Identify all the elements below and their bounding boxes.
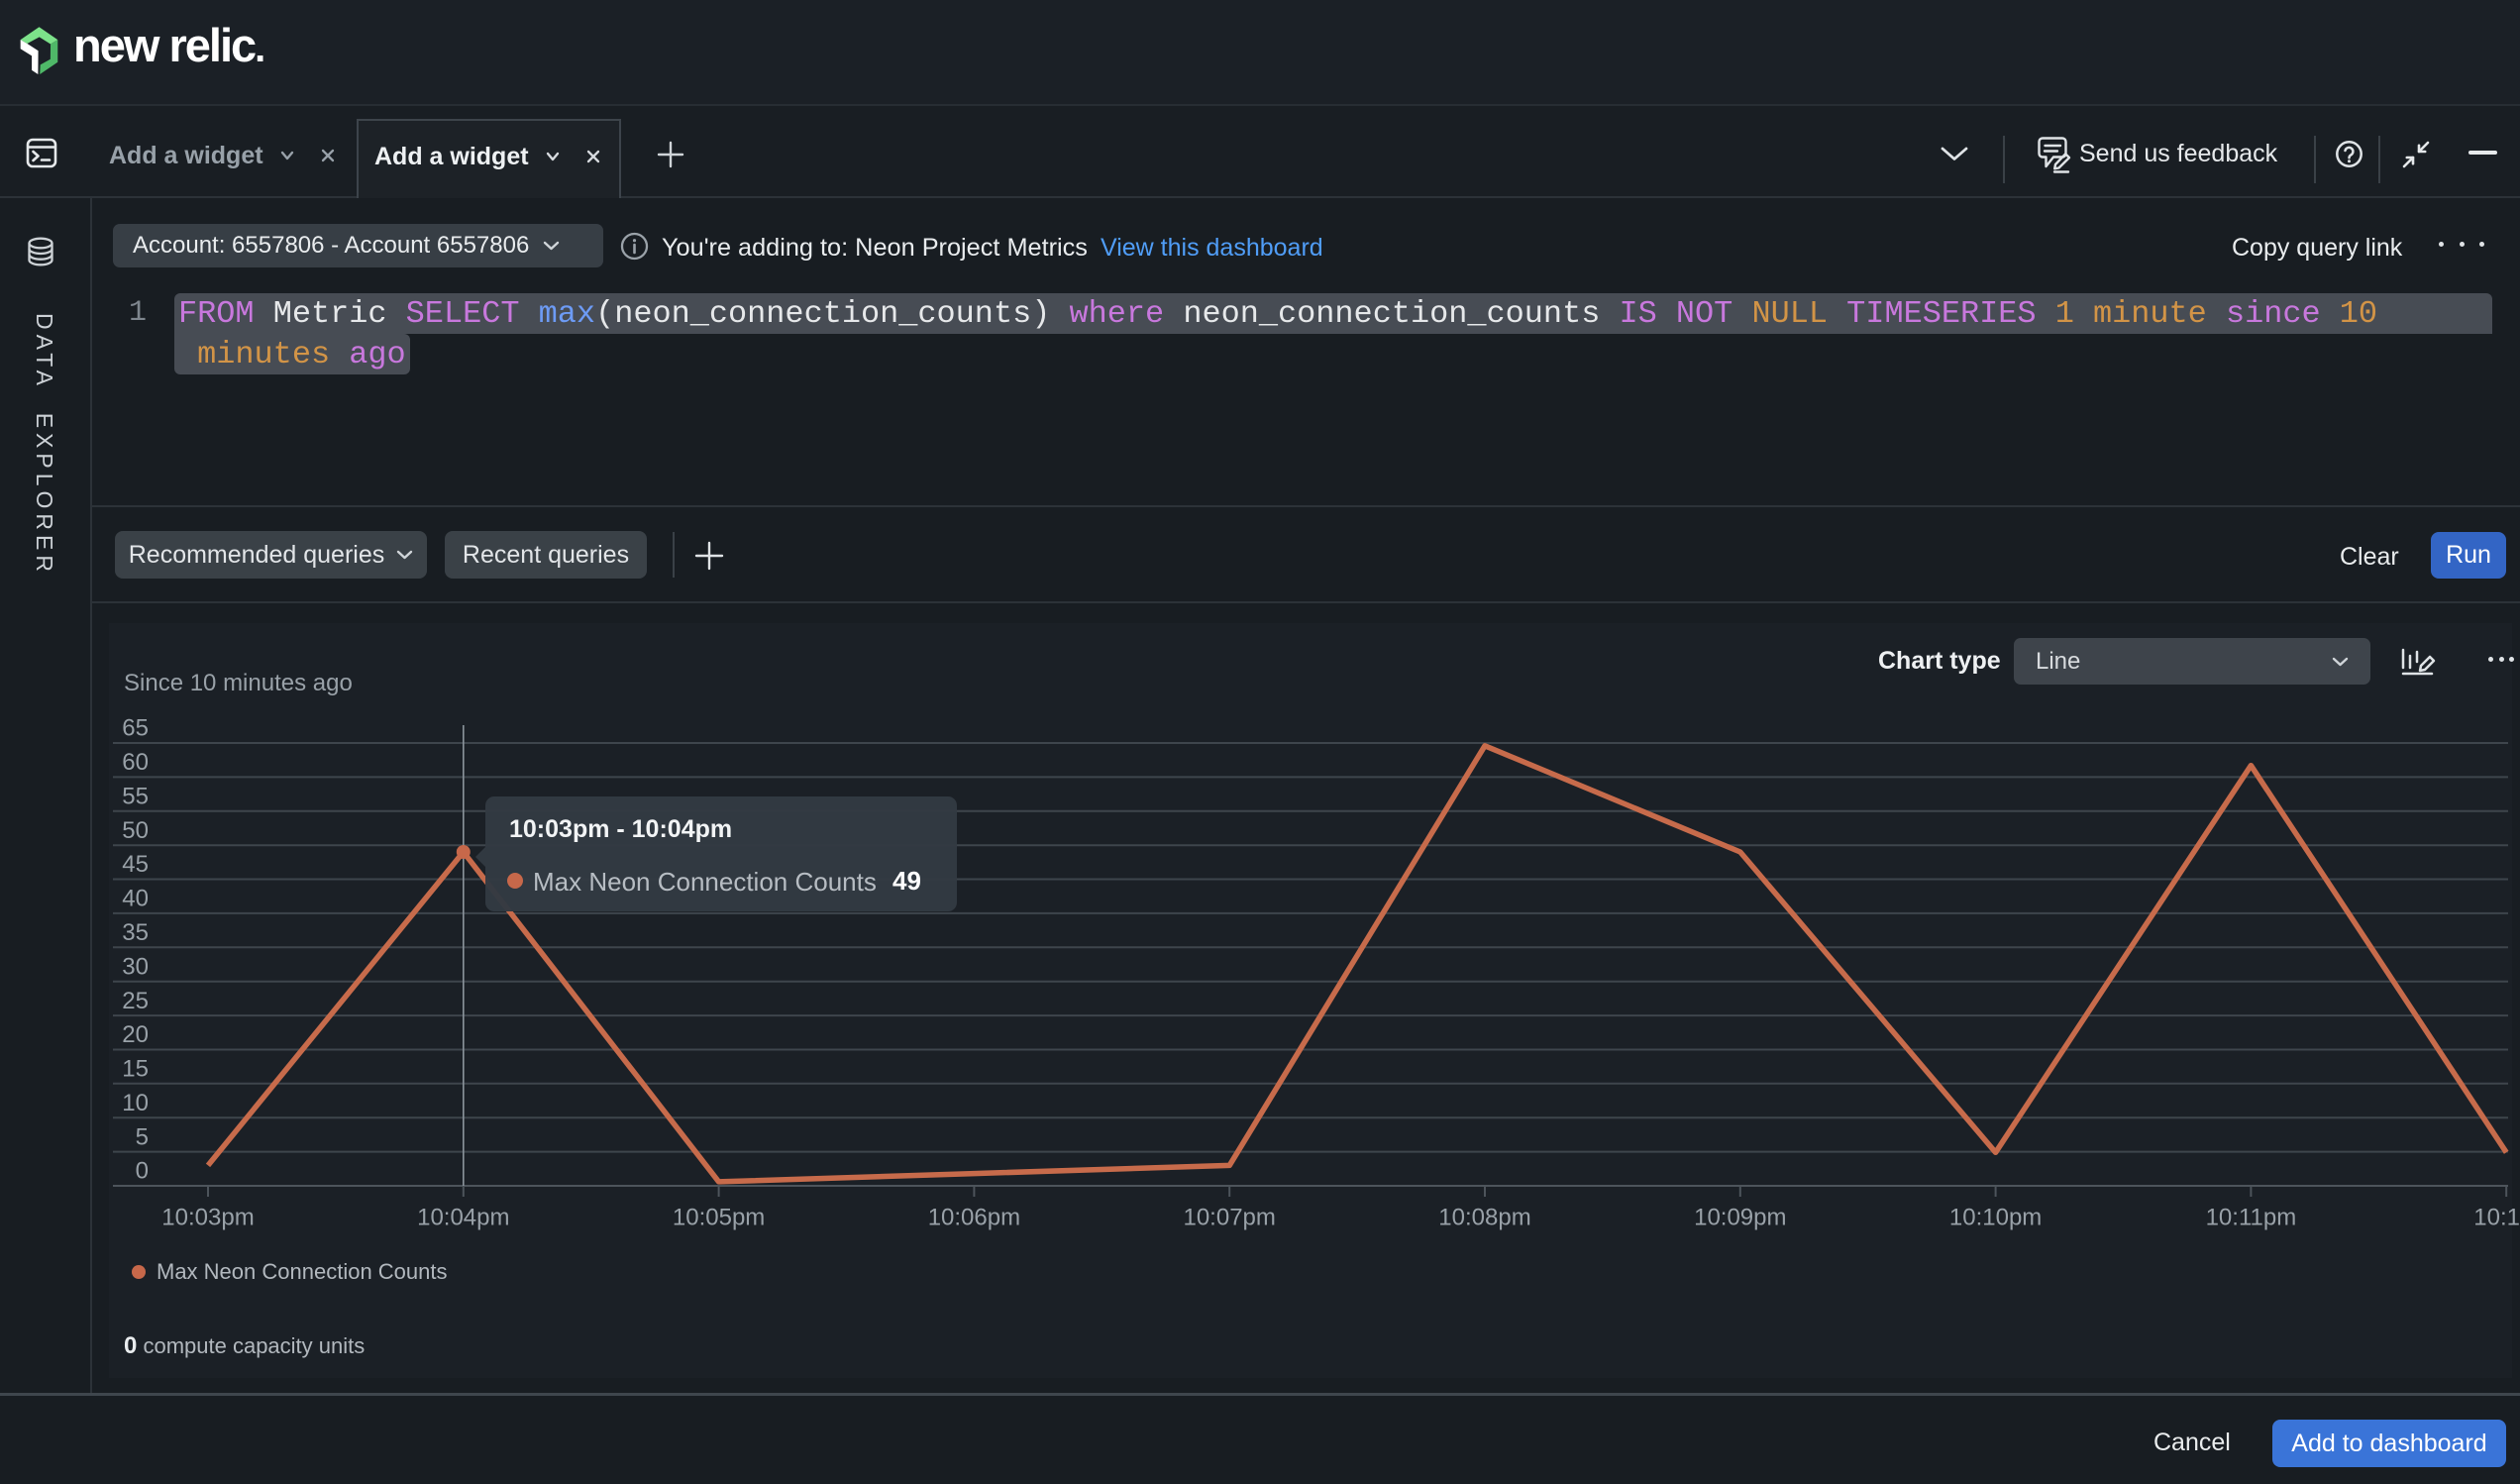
svg-text:10:11pm: 10:11pm	[2206, 1205, 2297, 1231]
svg-text:5: 5	[136, 1123, 149, 1150]
svg-text:0: 0	[136, 1158, 149, 1185]
svg-text:10:07pm: 10:07pm	[1183, 1205, 1275, 1231]
svg-text:10:05pm: 10:05pm	[673, 1205, 765, 1231]
svg-text:10:03pm: 10:03pm	[161, 1205, 254, 1231]
svg-text:35: 35	[122, 919, 149, 946]
svg-text:15: 15	[122, 1056, 149, 1083]
svg-text:55: 55	[122, 784, 149, 810]
svg-text:10:09pm: 10:09pm	[1694, 1205, 1786, 1231]
svg-text:45: 45	[122, 851, 149, 878]
svg-text:10: 10	[122, 1090, 149, 1116]
svg-text:10:04pm: 10:04pm	[417, 1205, 509, 1231]
svg-text:65: 65	[122, 715, 149, 742]
svg-text:30: 30	[122, 953, 149, 980]
svg-text:10:10pm: 10:10pm	[1949, 1205, 2042, 1231]
svg-text:25: 25	[122, 988, 149, 1014]
svg-text:10:12pm: 10:12pm	[2473, 1205, 2520, 1231]
svg-text:10:06pm: 10:06pm	[928, 1205, 1020, 1231]
svg-text:40: 40	[122, 886, 149, 912]
svg-text:60: 60	[122, 749, 149, 776]
svg-text:20: 20	[122, 1021, 149, 1048]
svg-text:50: 50	[122, 817, 149, 844]
svg-text:10:08pm: 10:08pm	[1438, 1205, 1530, 1231]
